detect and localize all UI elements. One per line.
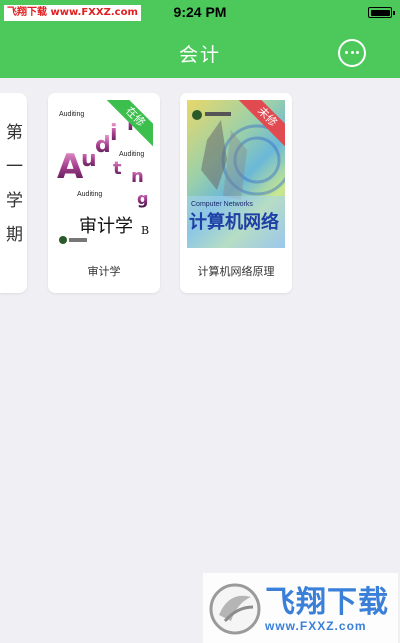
status-bar: 飞翔下载 www.FXXZ.com 9:24 PM [0, 0, 400, 26]
more-options-button[interactable] [338, 39, 366, 67]
nav-bar: 会计 [0, 26, 400, 78]
cover-figure [223, 130, 247, 200]
cover-letter: d [95, 133, 111, 158]
cover-title: 计算机网络 [189, 211, 279, 233]
watermark-url: www.FXXZ.com [265, 619, 367, 633]
cover-letter: n [131, 166, 144, 187]
site-watermark: 飞翔下载 www.FXXZ.com [203, 573, 398, 643]
course-cover-image: Computer Networks 计算机网络 未修 [187, 100, 285, 248]
semester-tab[interactable]: 第一学期 [0, 93, 27, 293]
more-dot-icon [356, 51, 359, 54]
battery-icon [368, 7, 395, 18]
publisher-logo-icon [59, 236, 67, 244]
cover-small-text: Auditing [59, 111, 84, 118]
cover-figure [201, 120, 227, 190]
watermark-logo-icon [209, 583, 261, 635]
cover-letter: t [113, 158, 122, 179]
course-card-computer-networks[interactable]: Computer Networks 计算机网络 未修 计算机网络原理 [180, 93, 292, 293]
cover-letter: A [57, 147, 84, 187]
more-dot-icon [350, 51, 354, 54]
publisher-logo-icon [192, 110, 202, 120]
course-cover-image: Auditing Auditing Auditing A u d i t i n… [55, 100, 153, 248]
course-name: 审计学 [87, 265, 121, 278]
publisher-name-line [205, 112, 231, 116]
course-card-auditing[interactable]: Auditing Auditing Auditing A u d i t i n… [48, 93, 160, 293]
semester-label: 第一学期 [2, 123, 22, 259]
publisher-name-line [69, 238, 87, 242]
cover-letter: i [110, 121, 118, 146]
more-dot-icon [345, 51, 348, 54]
cover-small-text: Auditing [119, 151, 144, 158]
cover-letter: g [137, 189, 148, 208]
cover-subtitle: Computer Networks [191, 201, 253, 208]
status-time: 9:24 PM [173, 4, 227, 20]
watermark-title: 飞翔下载 [265, 585, 389, 620]
cover-title: 审计学 [79, 216, 133, 237]
cover-small-text: Auditing [77, 191, 102, 198]
course-name: 计算机网络原理 [197, 265, 275, 278]
cover-edition: B [141, 224, 149, 237]
